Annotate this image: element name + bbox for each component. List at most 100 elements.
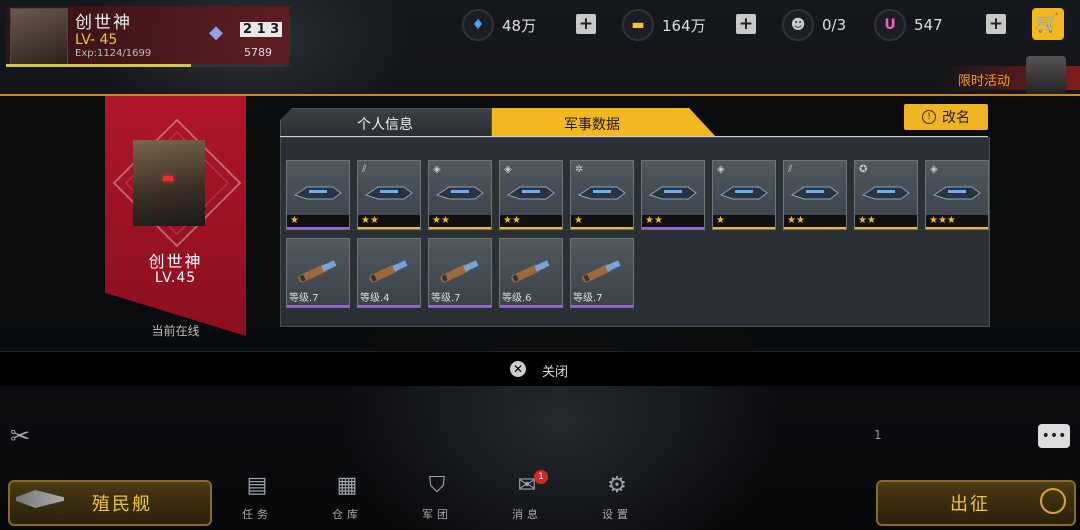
exp-bar: [6, 64, 286, 67]
weapon-level: 等级.7: [289, 293, 319, 304]
rarity-strip: [287, 305, 349, 307]
crew-icon: ☻: [782, 9, 814, 41]
shop-cart-icon[interactable]: 🛒: [1032, 8, 1064, 40]
rarity-strip: [571, 305, 633, 307]
star-rating: ★★: [500, 215, 562, 227]
player-level: LV- 45: [75, 32, 118, 48]
ship-icon: [364, 179, 414, 207]
weapon-icon: [506, 257, 556, 285]
ship-card[interactable]: ◈ ★: [712, 160, 776, 230]
sortie-label[interactable]: 出征: [950, 490, 990, 516]
nav-warehouse[interactable]: ▦ 仓库: [312, 470, 382, 526]
weapon-card[interactable]: 等级.4: [357, 238, 421, 308]
ship-card[interactable]: ◈ ★★: [499, 160, 563, 230]
weapon-level: 等级.4: [360, 293, 390, 304]
add-gold-button[interactable]: +: [736, 14, 756, 34]
close-icon[interactable]: ✕: [510, 361, 526, 377]
colony-ship-label[interactable]: 殖民舰: [92, 490, 152, 516]
class-badge-icon: ⫽: [362, 164, 367, 175]
ship-card[interactable]: ⫽ ★★: [783, 160, 847, 230]
rarity-strip: [784, 227, 846, 229]
gold-icon: ▬: [622, 9, 654, 41]
nav-tasks[interactable]: ▤ 任务: [222, 470, 292, 526]
resource-crew-value: 0/3: [822, 16, 847, 34]
star-rating: ★★: [642, 215, 704, 227]
nav-warehouse-label: 仓库: [332, 508, 362, 521]
ship-card[interactable]: ★★: [641, 160, 705, 230]
resource-crew: ☻ 0/3: [782, 9, 847, 41]
profile-level: LV.45: [154, 270, 197, 286]
crosshair-icon[interactable]: [1040, 488, 1066, 514]
close-bar[interactable]: [0, 352, 1080, 386]
portrait-eye-glow: [163, 176, 173, 181]
player-exp: Exp:1124/1699: [75, 48, 152, 59]
weapon-card[interactable]: 等级.7: [286, 238, 350, 308]
rarity-strip: [287, 227, 349, 229]
tools-icon[interactable]: ✂: [10, 422, 40, 452]
class-badge-icon: ✲: [575, 164, 584, 175]
close-label[interactable]: 关闭: [542, 361, 568, 380]
ship-icon: [932, 179, 982, 207]
limited-event-icon[interactable]: [1026, 56, 1066, 94]
exp-bar-fill: [6, 64, 191, 67]
settings-icon: ⚙: [607, 473, 627, 498]
ship-card[interactable]: ✪ ★★: [854, 160, 918, 230]
nav-legion-label: 军团: [422, 508, 452, 521]
class-badge-icon: ✪: [859, 164, 868, 175]
star-rating: ★★: [784, 215, 846, 227]
class-badge-icon: ◈: [930, 164, 938, 175]
rank-emblem-icon[interactable]: ◆: [204, 22, 228, 44]
rarity-strip: [926, 227, 988, 229]
rarity-strip: [429, 227, 491, 229]
weapon-level: 等级.7: [573, 293, 603, 304]
nav-tasks-label: 任务: [242, 508, 272, 521]
weapon-card[interactable]: 等级.7: [570, 238, 634, 308]
rename-label: 改名: [942, 110, 970, 126]
nav-messages[interactable]: ✉ 消息: [492, 470, 562, 526]
class-badge-icon: ⫽: [788, 164, 793, 175]
ship-icon: [790, 179, 840, 207]
tab-military-data-label[interactable]: 军事数据: [492, 114, 692, 134]
weapon-icon: [577, 257, 627, 285]
weapon-icon: [293, 257, 343, 285]
ship-icon: [577, 179, 627, 207]
limited-event-label: 限时活动: [958, 74, 1011, 89]
info-icon: !: [922, 110, 936, 124]
nav-legion[interactable]: ⛉ 军团: [402, 470, 472, 526]
ship-icon: [719, 179, 769, 207]
weapon-card[interactable]: 等级.6: [499, 238, 563, 308]
add-u-currency-button[interactable]: +: [986, 14, 1006, 34]
u-currency-icon: U: [874, 9, 906, 41]
rarity-strip: [358, 227, 420, 229]
nav-settings[interactable]: ⚙ 设置: [582, 470, 652, 526]
crystal-icon: ♦: [462, 9, 494, 41]
weapon-level: 等级.6: [502, 293, 532, 304]
weapon-icon: [364, 257, 414, 285]
player-name: 创世神: [75, 13, 132, 33]
chat-icon[interactable]: •••: [1038, 424, 1070, 448]
rarity-strip: [855, 227, 917, 229]
message-count-badge: 1: [534, 470, 548, 484]
ship-icon: [648, 179, 698, 207]
resource-u-currency: U 547: [874, 9, 943, 41]
resource-crystal-value: 48万: [502, 16, 537, 35]
nav-messages-label: 消息: [512, 508, 542, 521]
resource-gold-value: 164万: [662, 16, 706, 35]
weapon-card[interactable]: 等级.7: [428, 238, 492, 308]
ship-card[interactable]: ◈ ★★: [428, 160, 492, 230]
add-crystal-button[interactable]: +: [576, 14, 596, 34]
rename-button[interactable]: ! 改名: [904, 104, 988, 130]
rarity-strip: [358, 305, 420, 307]
modal-top-border: [0, 94, 1080, 96]
rank-podium-icon[interactable]: 2 1 3: [240, 22, 283, 37]
weapon-icon: [435, 257, 485, 285]
profile-name: 创世神: [148, 252, 203, 271]
commander-portrait: [133, 140, 205, 226]
ship-card[interactable]: ⫽ ★★: [357, 160, 421, 230]
ship-card[interactable]: ◈ ★★★: [925, 160, 989, 230]
warehouse-icon: ▦: [336, 473, 358, 498]
ship-card[interactable]: ✲ ★: [570, 160, 634, 230]
player-avatar[interactable]: [10, 8, 68, 66]
ship-card[interactable]: ★: [286, 160, 350, 230]
tab-personal-info-label[interactable]: 个人信息: [280, 114, 490, 134]
